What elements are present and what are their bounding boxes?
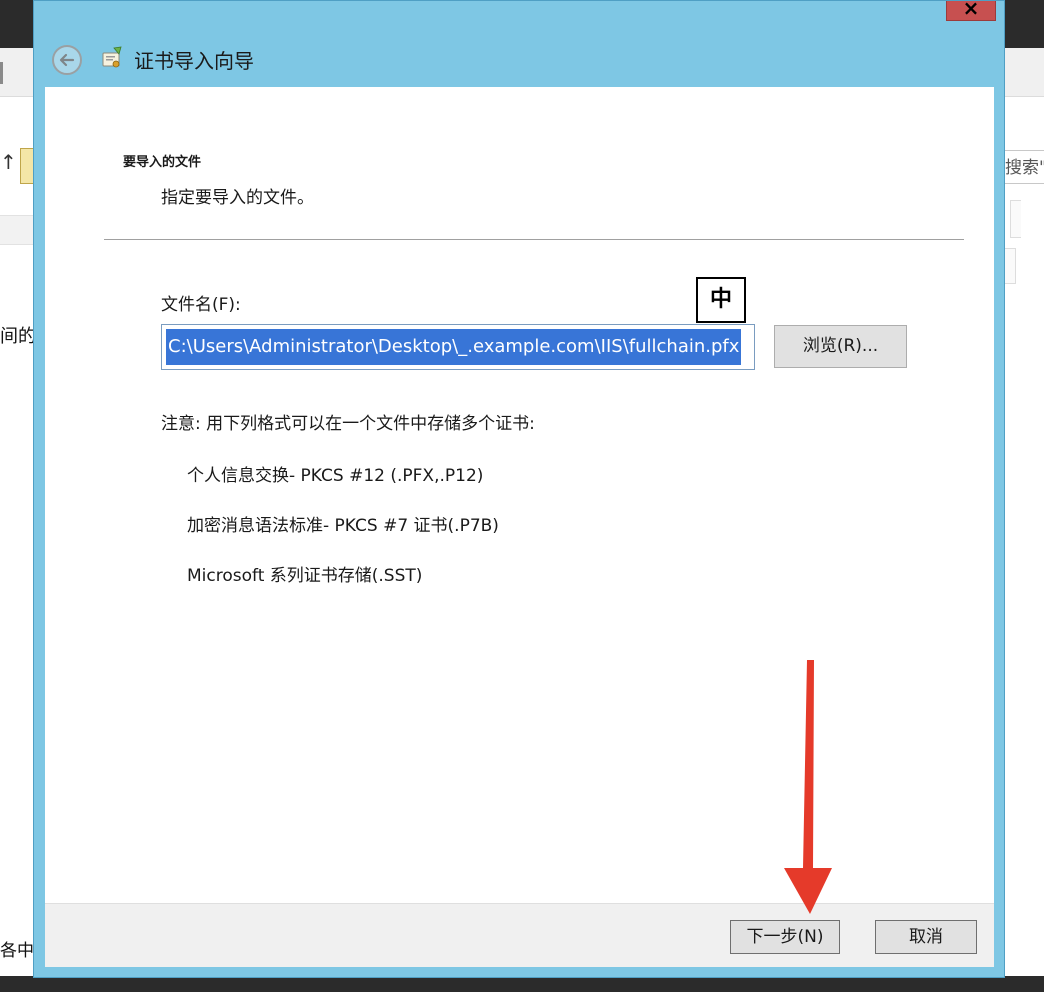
up-arrow-icon[interactable]: ↑ [0,150,17,174]
file-name-input[interactable]: C:\Users\Administrator\Desktop\_.example… [161,324,755,370]
background-panel [1010,200,1021,238]
back-button[interactable] [52,45,82,75]
background-search-box[interactable]: 搜索" [1000,150,1044,184]
section-heading: 要导入的文件 [123,155,202,170]
red-arrow-annotation [784,660,832,914]
close-icon: × [962,0,980,20]
close-button[interactable]: × [946,0,996,21]
background-divider [0,62,3,84]
cancel-button[interactable]: 取消 [875,920,977,954]
taskbar [0,976,1044,992]
certificate-wizard-icon [102,46,122,68]
wizard-content-panel: 要导入的文件 指定要导入的文件。 文件名(F): C:\Users\Admini… [45,87,994,903]
section-description: 指定要导入的文件。 [161,188,314,208]
dialog-title: 证书导入向导 [134,49,254,73]
back-arrow-icon [59,53,75,67]
background-row [0,215,36,245]
next-button[interactable]: 下一步(N) [730,920,840,954]
wizard-footer: 下一步(N) 取消 [45,903,994,967]
background-status-text: 各中 [0,941,34,961]
format-item: 加密消息语法标准- PKCS #7 证书(.P7B) [187,516,499,536]
format-note: 注意: 用下列格式可以在一个文件中存储多个证书: [161,414,535,434]
certificate-import-wizard-dialog: × 证书导入向导 要导入的文件 指定要导入的文件。 文件名(F): C:\Use… [33,0,1005,978]
format-item: 个人信息交换- PKCS #12 (.PFX,.P12) [187,466,484,486]
browse-button[interactable]: 浏览(R)... [774,325,907,368]
ime-mode-indicator: 中 [696,277,746,323]
file-name-label: 文件名(F): [161,295,241,315]
file-name-value: C:\Users\Administrator\Desktop\_.example… [166,329,742,365]
format-item: Microsoft 系列证书存储(.SST) [187,566,423,586]
header-divider [104,239,964,240]
background-panel-2 [1004,248,1016,284]
